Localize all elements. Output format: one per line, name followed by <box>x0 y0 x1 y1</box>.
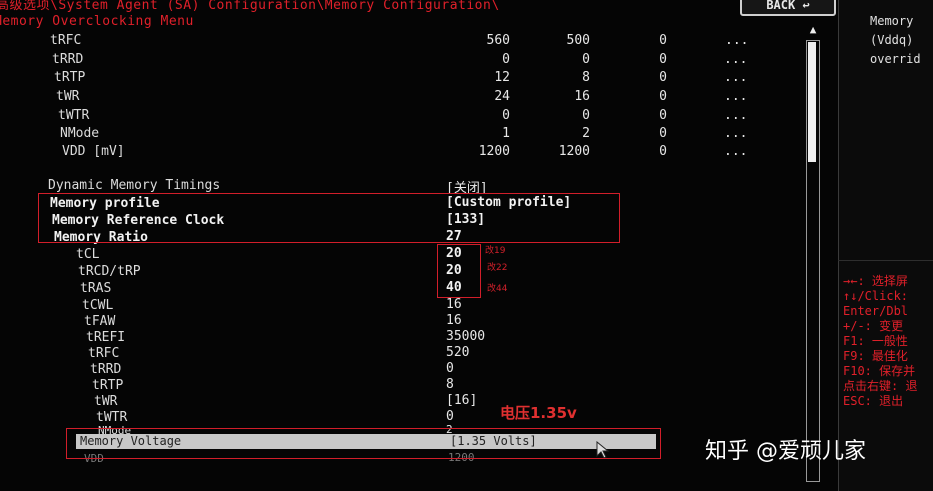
row-label: tWR <box>56 89 80 104</box>
more-button[interactable]: ... <box>724 126 747 141</box>
back-button[interactable]: BACK ↩ <box>740 0 836 16</box>
more-button[interactable]: ... <box>724 108 747 123</box>
timing-value-trefi[interactable]: 35000 <box>446 329 485 344</box>
annotation-box-profile <box>38 193 620 243</box>
help-keys: →←: 选择屏 ↑↓/Click: Enter/Dbl +/-: 变更 F1: … <box>843 274 917 409</box>
back-arrow-icon: ↩ <box>802 0 810 12</box>
timing-label-tcl: tCL <box>76 247 100 262</box>
cell: 12 <box>494 70 510 85</box>
row-label: VDD [mV] <box>62 144 125 159</box>
cell: 2 <box>582 126 590 141</box>
help-desc-line: overrid <box>870 52 921 66</box>
annotation-voltage: 电压1.35v <box>500 404 577 422</box>
row-label: tWTR <box>58 108 90 123</box>
cell: 0 <box>659 126 667 141</box>
help-key-line: F1: 一般性 <box>843 334 908 348</box>
more-button[interactable]: ... <box>725 33 748 48</box>
help-key-line: F9: 最佳化 <box>843 349 908 363</box>
back-label: BACK <box>766 0 796 12</box>
row-label: tRFC <box>50 33 82 48</box>
timing-label-twtr: tWTR <box>96 410 128 425</box>
timing-label-twr: tWR <box>94 394 118 409</box>
breadcrumb-path: \System Agent (SA) Configuration\Memory … <box>50 0 500 13</box>
cell: 0 <box>659 89 667 104</box>
cell: 16 <box>574 89 590 104</box>
scrollbar-thumb[interactable] <box>808 42 816 162</box>
cell: 0 <box>659 70 667 85</box>
annotation-box-timings <box>437 244 481 298</box>
timing-value-trrd[interactable]: 0 <box>446 361 454 376</box>
cell: 1200 <box>558 144 590 159</box>
cell: 0 <box>659 33 667 48</box>
annotation-box-voltage <box>66 428 661 459</box>
help-key-line: ESC: 退出 <box>843 394 904 408</box>
cell: 1200 <box>478 144 510 159</box>
row-label: tRTP <box>54 70 86 85</box>
help-description: Memory (Vddq) overrid <box>870 12 921 69</box>
cell: 0 <box>502 108 510 123</box>
row-label: tRRD <box>52 52 84 67</box>
timing-label-tras: tRAS <box>80 281 112 296</box>
cell: 0 <box>659 52 667 67</box>
help-panel <box>838 0 933 491</box>
scroll-up-arrow-icon[interactable]: ▲ <box>806 24 820 36</box>
menu-title: Memory Overclocking Menu <box>0 14 194 29</box>
help-key-line: +/-: 变更 <box>843 319 904 333</box>
cell: 560 <box>486 33 510 48</box>
cell: 0 <box>582 52 590 67</box>
more-button[interactable]: ... <box>724 144 747 159</box>
timing-value-trfc[interactable]: 520 <box>446 345 469 360</box>
more-button[interactable]: ... <box>724 52 747 67</box>
more-button[interactable]: ... <box>724 89 747 104</box>
help-key-line: 点击右键: 退 <box>843 379 918 393</box>
help-key-line: ↑↓/Click: <box>843 289 909 303</box>
help-divider <box>838 260 933 261</box>
timing-label-trefi: tREFI <box>86 330 126 345</box>
help-key-line: Enter/Dbl <box>843 304 909 318</box>
watermark: 知乎 @爱顽儿家 <box>705 439 866 464</box>
timing-value-twr[interactable]: [16] <box>446 393 477 408</box>
annotation-trcd: 改22 <box>487 263 508 273</box>
help-key-line: →←: 选择屏 <box>843 274 908 288</box>
cell: 0 <box>502 52 510 67</box>
timing-label-trfc: tRFC <box>88 346 120 361</box>
cell: 0 <box>659 108 667 123</box>
cell: 0 <box>582 108 590 123</box>
timing-value-twtr[interactable]: 0 <box>446 409 454 424</box>
timing-label-tfaw: tFAW <box>84 314 116 329</box>
more-button[interactable]: ... <box>724 70 747 85</box>
row-label: NMode <box>60 126 100 141</box>
cell: 0 <box>659 144 667 159</box>
annotation-tras: 改44 <box>487 284 508 294</box>
help-desc-line: (Vddq) <box>870 33 914 47</box>
timing-value-tfaw[interactable]: 16 <box>446 313 462 328</box>
dynamic-memory-timings-label: Dynamic Memory Timings <box>48 178 221 193</box>
breadcrumb-prefix: 高级选项 <box>0 0 51 13</box>
annotation-tcl: 改19 <box>485 246 506 256</box>
help-key-line: F10: 保存并 <box>843 364 916 378</box>
breadcrumb: 高级选项\System Agent (SA) Configuration\Mem… <box>0 0 500 13</box>
timing-value-tcwl[interactable]: 16 <box>446 297 462 312</box>
timing-label-trtp: tRTP <box>92 378 124 393</box>
cell: 8 <box>582 70 590 85</box>
help-desc-line: Memory <box>870 14 914 28</box>
cell: 500 <box>566 33 590 48</box>
timing-label-trrd: tRRD <box>90 362 122 377</box>
timing-label-trcd: tRCD/tRP <box>78 264 141 279</box>
timing-label-tcwl: tCWL <box>82 298 114 313</box>
timing-value-trtp[interactable]: 8 <box>446 377 454 392</box>
cell: 1 <box>502 126 510 141</box>
cell: 24 <box>494 89 510 104</box>
